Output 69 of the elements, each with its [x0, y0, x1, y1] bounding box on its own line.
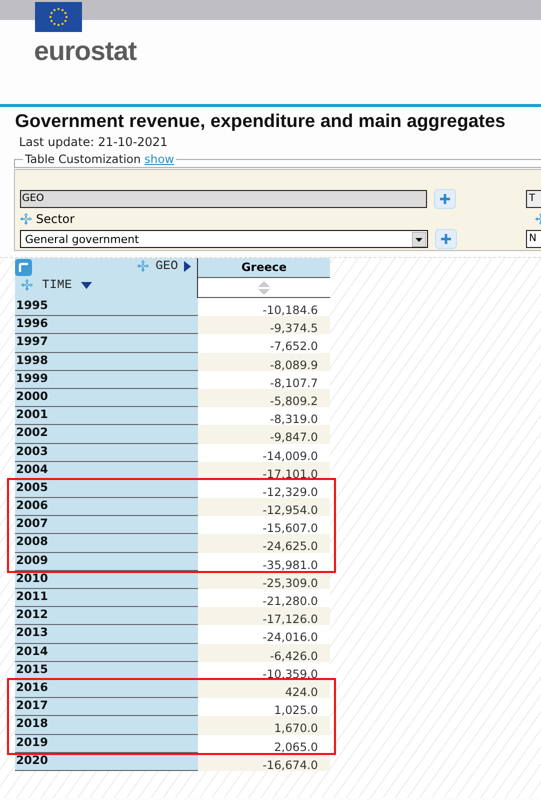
dropdown-arrow-icon [412, 232, 426, 246]
row-header: 2003 [15, 444, 198, 462]
row-dimension-label[interactable]: TIME [42, 278, 72, 292]
flag-icon [35, 2, 82, 32]
partial-select[interactable]: N [526, 230, 541, 248]
row-header: 2016 [15, 680, 198, 698]
row-header: 2011 [15, 589, 198, 608]
table-cell: -14,009.0 [198, 444, 330, 462]
table-cell: -15,607.0 [198, 516, 330, 534]
row-header: 2000 [15, 388, 198, 408]
row-header: 2001 [15, 407, 198, 426]
row-header: 2012 [15, 607, 198, 626]
page-title: Government revenue, expenditure and main aggregates [15, 110, 506, 132]
table-cell: -12,954.0 [198, 498, 330, 516]
sector-label: Sector [36, 212, 75, 226]
table-cell: -35,981.0 [198, 552, 330, 571]
last-update-text: Last update: 21-10-2021 [19, 134, 169, 150]
table-cell: -5,809.2 [198, 388, 330, 408]
down-triangle-icon[interactable] [81, 282, 92, 288]
row-header: 2008 [15, 534, 198, 553]
table-cell: 1,670.0 [198, 716, 330, 734]
row-header: 2005 [15, 480, 198, 498]
table-cell: -17,126.0 [198, 607, 330, 626]
row-header: 2017 [15, 698, 198, 716]
add-button[interactable] [435, 229, 457, 249]
table-cell: -24,016.0 [198, 625, 330, 644]
row-header: 2006 [15, 498, 198, 516]
sort-icon[interactable] [258, 280, 270, 294]
row-header: 1997 [15, 334, 198, 353]
row-header: 1996 [15, 316, 198, 334]
row-header: 1999 [15, 370, 198, 389]
legend-text: Table Customization [25, 152, 141, 166]
row-header: 1998 [15, 352, 198, 371]
table-cell: 2,065.0 [198, 734, 330, 753]
row-header: 2014 [15, 644, 198, 662]
table-cell: 424.0 [198, 680, 330, 698]
table-cell: -21,280.0 [198, 589, 330, 608]
plus-icon [440, 233, 452, 245]
row-header: 2009 [15, 552, 198, 571]
table-cell: -12,329.0 [198, 480, 330, 498]
table-cell: -10,184.6 [198, 298, 330, 316]
logo-text: eurostat [34, 36, 138, 66]
table-cell: -9,847.0 [198, 425, 330, 444]
table-cell: 1,025.0 [198, 698, 330, 716]
column-dimension-label[interactable]: GEO [155, 259, 178, 273]
show-link[interactable]: show [144, 152, 174, 166]
row-header: 2019 [15, 734, 198, 753]
move-icon[interactable] [21, 279, 33, 291]
partial-field[interactable]: T [526, 190, 541, 208]
sector-select[interactable]: General government [20, 230, 428, 248]
table-cell: -6,426.0 [198, 644, 330, 662]
add-button[interactable] [434, 189, 456, 209]
table-cell: -24,625.0 [198, 534, 330, 553]
column-header: Greece [198, 258, 330, 278]
table-cell: -9,374.5 [198, 316, 330, 334]
row-header: 1995 [15, 298, 198, 316]
row-header: 2013 [15, 625, 198, 644]
table-cell: -7,652.0 [198, 334, 330, 353]
row-header: 2018 [15, 716, 198, 734]
table-cell: -8,089.9 [198, 352, 330, 371]
table-corner-icon[interactable] [15, 259, 32, 276]
right-triangle-icon[interactable] [184, 260, 191, 272]
table-cell: -8,107.7 [198, 370, 330, 389]
table-cell: -8,319.0 [198, 407, 330, 426]
plus-icon [439, 193, 451, 205]
move-icon[interactable] [20, 213, 32, 225]
move-icon[interactable] [137, 260, 150, 272]
row-header: 2007 [15, 516, 198, 534]
row-header: 2002 [15, 425, 198, 444]
